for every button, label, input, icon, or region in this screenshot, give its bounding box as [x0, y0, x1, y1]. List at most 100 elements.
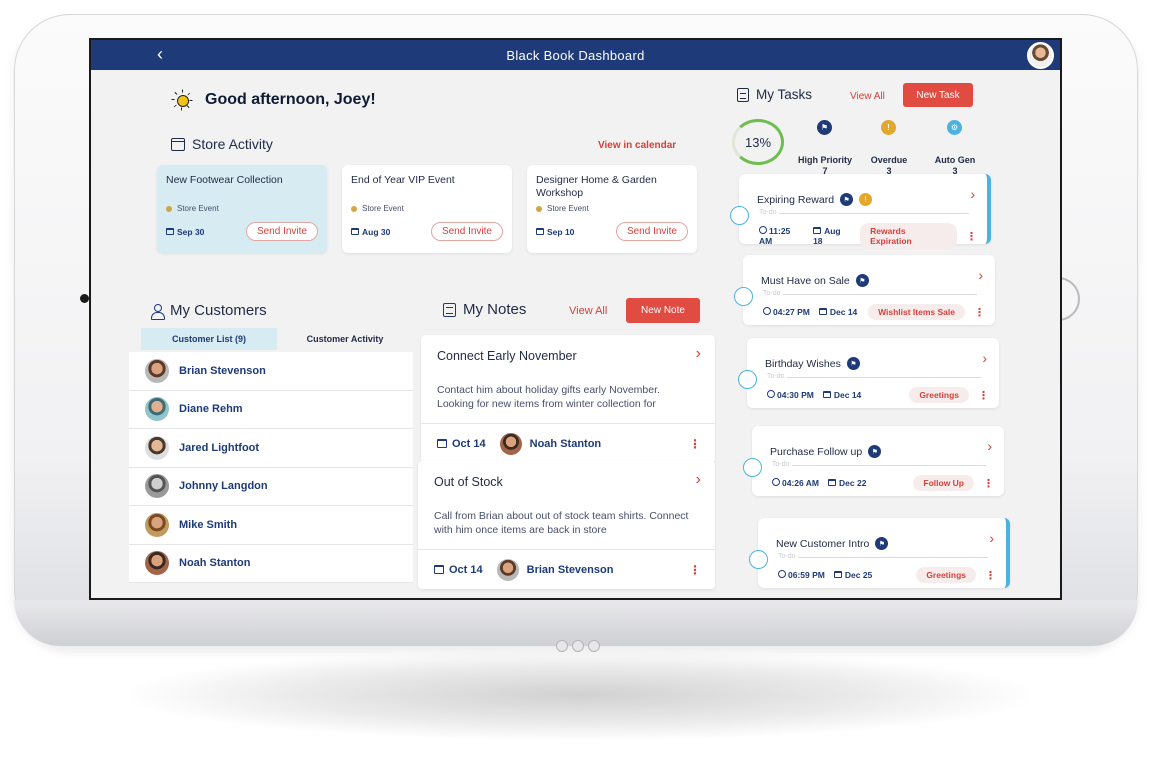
task-title: Expiring Reward ⚑! [757, 193, 873, 206]
customer-row[interactable]: Brian Stevenson [129, 352, 413, 391]
notes-view-all-link[interactable]: View All [569, 305, 607, 317]
note-card[interactable]: Connect Early November › Contact him abo… [421, 335, 715, 463]
send-invite-button[interactable]: Send Invite [245, 222, 318, 241]
more-options-icon[interactable]: ⋮ [689, 563, 701, 577]
task-date: Aug 18 [813, 226, 841, 246]
exclamation-icon: ! [881, 120, 896, 135]
note-body: Call from Brian about out of stock team … [434, 510, 689, 536]
more-options-icon[interactable]: ⋮ [983, 477, 994, 490]
task-card[interactable]: Expiring Reward ⚑! › To-do 11:25 AM Aug 1… [730, 174, 991, 249]
customer-name: Jared Lightfoot [179, 441, 260, 454]
avatar [145, 397, 169, 422]
customer-row[interactable]: Johnny Langdon [129, 467, 413, 506]
calendar-icon [813, 227, 822, 234]
more-options-icon[interactable]: ⋮ [966, 230, 977, 243]
task-checkbox[interactable] [734, 287, 753, 306]
task-status: To-do [772, 461, 790, 468]
flag-icon: ⚑ [855, 274, 869, 287]
task-card[interactable]: Purchase Follow up ⚑ › To-do 04:26 AM Dec… [743, 426, 1004, 496]
task-card[interactable]: Must Have on Sale ⚑ › To-do 04:27 PM Dec … [734, 255, 995, 325]
greeting: Good afternoon, Joey! [171, 89, 376, 111]
note-date: Oct 14 [437, 438, 486, 450]
customer-row[interactable]: Noah Stanton [129, 544, 413, 583]
more-options-icon[interactable]: ⋮ [985, 569, 996, 582]
user-avatar[interactable] [1027, 42, 1054, 69]
task-card[interactable]: Birthday Wishes ⚑ › To-do 04:30 PM Dec 14… [738, 338, 999, 408]
event-type: Store Event [351, 204, 503, 213]
more-options-icon[interactable]: ⋮ [974, 306, 985, 319]
chevron-right-icon[interactable]: › [696, 471, 701, 489]
task-status: To-do [778, 553, 796, 560]
tab-customer-activity[interactable]: Customer Activity [277, 328, 413, 350]
event-title: End of Year VIP Event [351, 174, 455, 186]
device-shadow [130, 650, 1030, 740]
chevron-right-icon[interactable]: › [987, 438, 992, 454]
task-checkbox[interactable] [743, 458, 762, 477]
more-options-icon[interactable]: ⋮ [689, 437, 701, 451]
chevron-right-icon[interactable]: › [970, 186, 975, 202]
task-title: New Customer Intro ⚑ [776, 537, 889, 550]
task-title: Birthday Wishes ⚑ [765, 357, 860, 370]
tasks-view-all-link[interactable]: View All [850, 91, 885, 102]
task-checkbox[interactable] [749, 550, 768, 569]
app-title: Black Book Dashboard [506, 47, 645, 63]
store-event-card[interactable]: Designer Home & Garden Workshop Store Ev… [527, 165, 697, 253]
note-customer: Brian Stevenson [526, 563, 614, 576]
my-customers-header: My Customers [151, 302, 267, 320]
camera-icon [80, 294, 89, 303]
send-invite-button[interactable]: Send Invite [430, 222, 503, 241]
divider [779, 213, 969, 214]
dashboard-content: Good afternoon, Joey! Store Activity Vie… [91, 70, 1060, 598]
sun-icon [171, 89, 193, 111]
tab-customer-list[interactable]: Customer List (9) [141, 328, 277, 350]
task-status: To-do [759, 209, 777, 216]
send-invite-button[interactable]: Send Invite [615, 222, 688, 241]
chevron-right-icon[interactable]: › [696, 345, 701, 363]
chevron-right-icon[interactable]: › [989, 530, 994, 546]
store-event-card[interactable]: End of Year VIP Event Store Event Aug 30… [342, 165, 512, 253]
customer-row[interactable]: Diane Rehm [129, 390, 413, 429]
clock-icon [778, 570, 786, 578]
new-task-button[interactable]: New Task [903, 83, 973, 107]
task-date: Dec 22 [828, 478, 866, 488]
event-date: Sep 30 [166, 227, 204, 237]
calendar-icon [822, 391, 831, 398]
task-status: To-do [767, 373, 785, 380]
note-customer: Noah Stanton [529, 437, 602, 450]
charging-port [552, 640, 604, 652]
customer-name: Noah Stanton [179, 557, 251, 570]
flag-icon: ⚑ [875, 537, 889, 550]
task-tag: Greetings [916, 567, 976, 583]
note-card[interactable]: Out of Stock › Call from Brian about out… [418, 461, 715, 589]
view-in-calendar-link[interactable]: View in calendar [598, 140, 676, 151]
back-chevron-icon[interactable]: ‹ [157, 44, 177, 66]
customer-row[interactable]: Jared Lightfoot [129, 429, 413, 468]
calendar-icon [437, 439, 447, 448]
clock-icon [759, 226, 767, 234]
customer-name: Mike Smith [179, 518, 238, 531]
store-event-card[interactable]: New Footwear Collection Store Event Sep … [157, 165, 327, 253]
task-checkbox[interactable] [730, 206, 749, 225]
customer-name: Brian Stevenson [179, 364, 266, 377]
greeting-text: Good afternoon, Joey! [205, 91, 376, 108]
more-options-icon[interactable]: ⋮ [978, 389, 989, 402]
customer-row[interactable]: Mike Smith [129, 506, 413, 545]
task-card[interactable]: New Customer Intro ⚑ › To-do 06:59 PM Dec… [749, 518, 1010, 588]
my-customers-title: My Customers [170, 302, 267, 319]
task-footer: 04:27 PM Dec 14 Wishlist Items Sale ⋮ [763, 304, 985, 320]
store-activity-title: Store Activity [192, 136, 273, 152]
task-footer: 04:30 PM Dec 14 Greetings ⋮ [767, 387, 989, 403]
chevron-right-icon[interactable]: › [978, 267, 983, 283]
task-tag: Wishlist Items Sale [868, 304, 965, 320]
calendar-icon [818, 308, 827, 315]
tablet-screen: ‹ Black Book Dashboard Good afternoon, J… [89, 38, 1062, 600]
task-checkbox[interactable] [738, 370, 757, 389]
avatar [145, 435, 169, 460]
avatar [145, 551, 169, 576]
task-date: Dec 14 [822, 390, 861, 400]
avatar [499, 432, 522, 455]
new-note-button[interactable]: New Note [626, 298, 700, 323]
calendar-icon [171, 137, 185, 151]
chevron-right-icon[interactable]: › [982, 350, 987, 366]
flag-icon: ⚑ [868, 445, 882, 458]
